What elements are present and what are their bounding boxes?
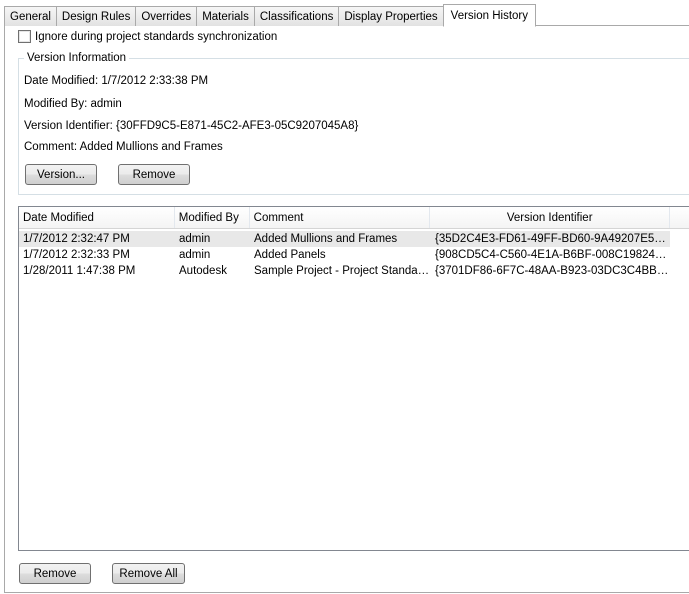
cell-comment: Added Mullions and Frames: [254, 233, 398, 245]
tab-classifications[interactable]: Classifications: [253, 6, 339, 26]
tab-general[interactable]: General: [4, 6, 56, 26]
cell-comment: Sample Project - Project Standards ...: [254, 265, 431, 277]
column-header-modified-by[interactable]: Modified By: [175, 207, 250, 228]
cell-modified-by: Autodesk: [179, 265, 227, 277]
style-properties-dialog: General Design Rules Overrides Materials…: [0, 0, 689, 594]
remove-history-button[interactable]: Remove: [19, 563, 91, 584]
table-row[interactable]: 1/7/2012 2:32:47 PM admin Added Mullions…: [19, 231, 670, 247]
cell-date: 1/7/2012 2:32:33 PM: [23, 249, 130, 261]
cell-modified-by: admin: [179, 233, 211, 245]
tab-materials[interactable]: Materials: [196, 6, 254, 26]
list-header: Date Modified Modified By Comment Versio…: [19, 207, 689, 229]
cell-date: 1/28/2011 1:47:38 PM: [23, 265, 136, 277]
tab-strip: General Design Rules Overrides Materials…: [4, 4, 537, 27]
cell-version-identifier: {908CD5C4-C560-4E1A-B6BF-008C19824991}: [435, 249, 670, 261]
cell-modified-by: admin: [179, 249, 211, 261]
remove-version-button[interactable]: Remove: [118, 164, 190, 185]
remove-all-button[interactable]: Remove All: [112, 563, 185, 584]
ignore-sync-label: Ignore during project standards synchron…: [35, 30, 278, 43]
ignore-sync-checkbox[interactable]: [18, 30, 31, 43]
ignore-sync-checkbox-row[interactable]: Ignore during project standards synchron…: [18, 30, 277, 43]
cell-version-identifier: {3701DF86-6F7C-48AA-B923-03DC3C4BBD2E}: [435, 265, 670, 277]
cell-version-identifier: {35D2C4E3-FD61-49FF-BD60-9A49207E5178}: [435, 233, 670, 245]
date-modified-text: Date Modified: 1/7/2012 2:33:38 PM: [24, 75, 209, 87]
version-history-list[interactable]: Date Modified Modified By Comment Versio…: [18, 206, 689, 551]
modified-by-text: Modified By: admin: [24, 98, 122, 110]
comment-text: Comment: Added Mullions and Frames: [24, 141, 223, 153]
version-information-legend: Version Information: [24, 52, 130, 64]
tab-overrides[interactable]: Overrides: [135, 6, 197, 26]
table-row[interactable]: 1/28/2011 1:47:38 PM Autodesk Sample Pro…: [19, 263, 689, 279]
cell-comment: Added Panels: [254, 249, 326, 261]
column-header-filler: [670, 207, 689, 228]
tab-design-rules[interactable]: Design Rules: [55, 6, 136, 26]
version-button[interactable]: Version...: [25, 164, 97, 185]
table-row[interactable]: 1/7/2012 2:32:33 PM admin Added Panels {…: [19, 247, 689, 263]
tab-version-history[interactable]: Version History: [442, 4, 537, 27]
tab-display-properties[interactable]: Display Properties: [338, 6, 443, 26]
column-header-comment[interactable]: Comment: [250, 207, 431, 228]
cell-date: 1/7/2012 2:32:47 PM: [23, 233, 130, 245]
list-rows: 1/7/2012 2:32:47 PM admin Added Mullions…: [19, 231, 689, 279]
column-header-version-identifier[interactable]: Version Identifier: [430, 207, 671, 228]
version-identifier-text: Version Identifier: {30FFD9C5-E871-45C2-…: [24, 120, 359, 132]
column-header-date-modified[interactable]: Date Modified: [19, 207, 175, 228]
